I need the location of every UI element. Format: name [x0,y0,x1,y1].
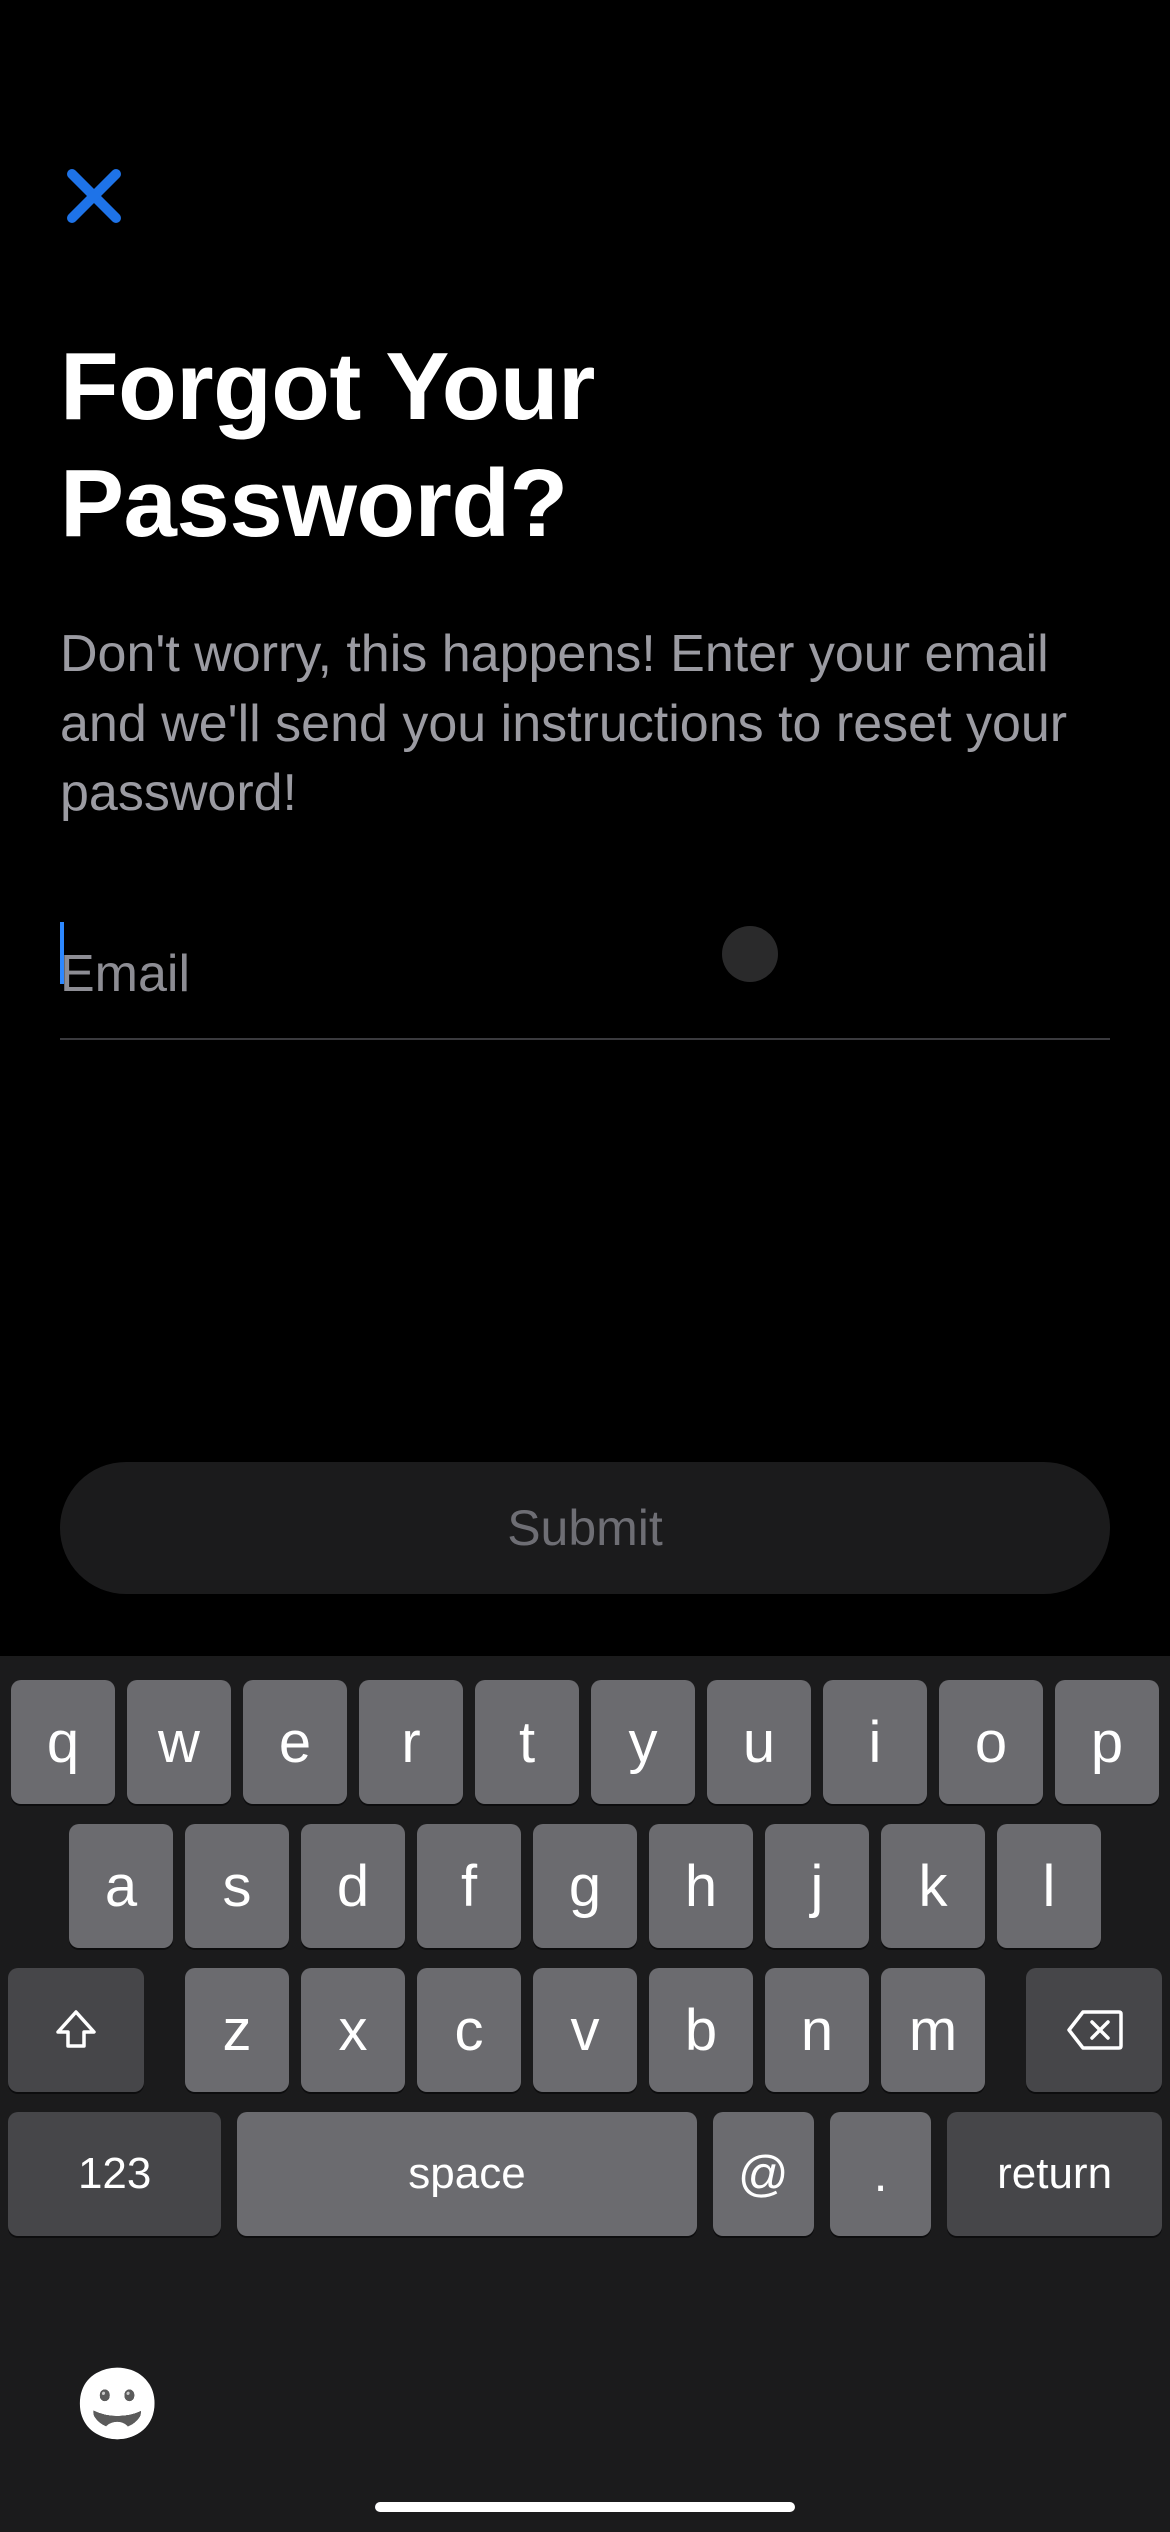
key-space[interactable]: space [237,2112,696,2236]
key-m[interactable]: m [881,1968,985,2092]
key-c[interactable]: c [417,1968,521,2092]
keyboard-row-4: 123 space @ . return [0,2112,1170,2236]
key-x[interactable]: x [301,1968,405,2092]
key-s[interactable]: s [185,1824,289,1948]
submit-button-label: Submit [507,1499,663,1557]
keyboard-row-2: a s d f g h j k l [0,1824,1170,1948]
key-h[interactable]: h [649,1824,753,1948]
keyboard: q w e r t y u i o p a s d f g h j k l [0,1656,1170,2532]
shift-icon [52,2006,100,2054]
key-e[interactable]: e [243,1680,347,1804]
key-t[interactable]: t [475,1680,579,1804]
close-button[interactable] [58,160,130,232]
key-p[interactable]: p [1055,1680,1159,1804]
key-i[interactable]: i [823,1680,927,1804]
key-r[interactable]: r [359,1680,463,1804]
key-l[interactable]: l [997,1824,1101,1948]
key-q[interactable]: q [11,1680,115,1804]
text-caret [60,922,64,984]
close-icon [66,168,122,224]
keyboard-row-1: q w e r t y u i o p [0,1680,1170,1804]
page-subtitle: Don't worry, this happens! Enter your em… [60,620,1070,829]
key-v[interactable]: v [533,1968,637,2092]
key-numbers[interactable]: 123 [8,2112,221,2236]
key-dot[interactable]: . [830,2112,931,2236]
key-a[interactable]: a [69,1824,173,1948]
key-f[interactable]: f [417,1824,521,1948]
key-backspace[interactable] [1026,1968,1162,2092]
emoji-button[interactable]: 😀 [78,2364,158,2444]
key-u[interactable]: u [707,1680,811,1804]
page-title: Forgot Your Password? [60,328,1110,562]
submit-button[interactable]: Submit [60,1462,1110,1594]
key-j[interactable]: j [765,1824,869,1948]
key-k[interactable]: k [881,1824,985,1948]
email-field-wrap[interactable] [60,910,1110,1040]
key-z[interactable]: z [185,1968,289,2092]
key-y[interactable]: y [591,1680,695,1804]
key-b[interactable]: b [649,1968,753,2092]
keyboard-row-3: z x c v b n m [0,1968,1170,2092]
backspace-icon [1065,2008,1123,2052]
key-w[interactable]: w [127,1680,231,1804]
decorative-dot [722,926,778,982]
home-indicator[interactable] [375,2502,795,2512]
emoji-icon: 😀 [74,2369,161,2439]
key-at[interactable]: @ [713,2112,814,2236]
key-g[interactable]: g [533,1824,637,1948]
key-n[interactable]: n [765,1968,869,2092]
key-return[interactable]: return [947,2112,1162,2236]
key-shift[interactable] [8,1968,144,2092]
key-o[interactable]: o [939,1680,1043,1804]
email-field[interactable] [60,910,1110,1038]
key-d[interactable]: d [301,1824,405,1948]
